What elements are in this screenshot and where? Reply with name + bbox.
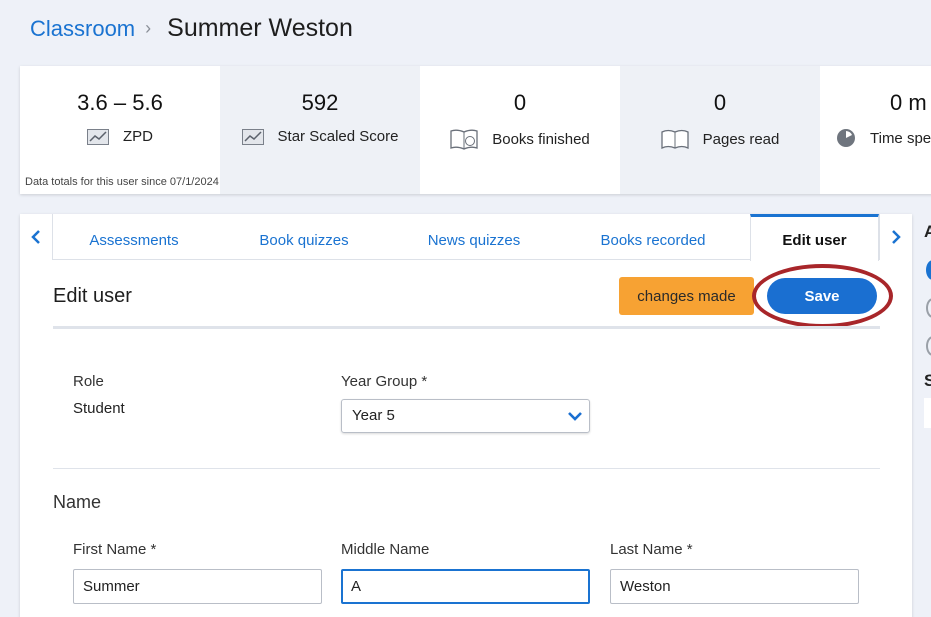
middle-name-field[interactable]: [341, 569, 590, 604]
stats-strip: 3.6 – 5.6 ZPD Data totals for this user …: [20, 66, 931, 194]
side-heading-s: S: [924, 371, 931, 390]
edit-user-heading: Edit user: [53, 285, 132, 307]
first-name-label: First Name *: [73, 541, 157, 558]
tab-scroll-left-button[interactable]: [20, 214, 53, 260]
role-label: Role: [73, 373, 104, 390]
middle-name-label: Middle Name: [341, 541, 430, 558]
stat-value: 3.6 – 5.6: [77, 90, 163, 115]
breadcrumb-separator-icon: ›: [145, 18, 152, 38]
role-value: Student: [73, 400, 125, 417]
side-input[interactable]: [924, 398, 931, 428]
stat-label: Pages read: [702, 130, 780, 148]
stat-value: 0 m: [890, 90, 927, 115]
first-name-field[interactable]: [73, 569, 322, 604]
save-button[interactable]: Save: [767, 278, 877, 314]
tab-books-recorded[interactable]: Books recorded: [580, 214, 726, 260]
stat-time-spent: 0 m Time spe: [820, 66, 931, 194]
tab-book-quizzes[interactable]: Book quizzes: [240, 214, 368, 260]
side-radio[interactable]: [926, 298, 931, 318]
breadcrumb: Classroom › Summer Weston: [30, 14, 353, 43]
stat-label: Time spe: [870, 129, 931, 147]
stat-pages-read: 0 Pages read: [620, 66, 820, 194]
year-group-label: Year Group *: [341, 373, 428, 390]
name-section-title: Name: [53, 492, 102, 512]
chevron-down-icon: [568, 412, 582, 421]
chart-icon: [87, 128, 109, 145]
divider: [53, 326, 880, 329]
chevron-left-icon: [31, 230, 40, 244]
last-name-label: Last Name *: [610, 541, 693, 558]
changes-made-button[interactable]: changes made: [619, 277, 754, 315]
stats-note: Data totals for this user since 07/1/202…: [25, 176, 219, 188]
stat-label: Star Scaled Score: [277, 128, 399, 145]
open-book-icon: [660, 129, 689, 150]
stat-zpd: 3.6 – 5.6 ZPD Data totals for this user …: [20, 66, 220, 194]
stat-label: ZPD: [123, 128, 153, 145]
side-heading-a: A: [924, 222, 931, 241]
year-group-select[interactable]: Year 5: [341, 399, 590, 433]
divider: [53, 468, 880, 469]
last-name-field[interactable]: [610, 569, 859, 604]
tab-news-quizzes[interactable]: News quizzes: [408, 214, 540, 260]
stat-books-finished: 0 Books finished: [420, 66, 620, 194]
clock-icon: [837, 129, 855, 147]
page-title: Summer Weston: [167, 14, 353, 42]
tab-bar: Assessments Book quizzes News quizzes Bo…: [20, 214, 912, 261]
stat-value: 0: [713, 90, 727, 115]
tab-assessments[interactable]: Assessments: [68, 214, 200, 260]
chart-icon: [241, 128, 264, 145]
stat-value: 592: [301, 90, 339, 115]
tab-edit-user[interactable]: Edit user: [750, 214, 879, 261]
year-group-value: Year 5: [352, 407, 395, 424]
edit-user-panel: Assessments Book quizzes News quizzes Bo…: [20, 214, 912, 617]
side-radio-selected[interactable]: [926, 260, 931, 280]
breadcrumb-classroom-link[interactable]: Classroom: [30, 16, 135, 42]
stat-value: 0: [513, 90, 527, 115]
chevron-right-icon: [892, 230, 901, 244]
tab-scroll-right-button[interactable]: [879, 214, 912, 260]
side-radio[interactable]: [926, 336, 931, 356]
stat-star-score: 592 Star Scaled Score: [220, 66, 420, 194]
stat-label: Books finished: [492, 130, 590, 148]
book-fin-icon: [450, 129, 478, 150]
